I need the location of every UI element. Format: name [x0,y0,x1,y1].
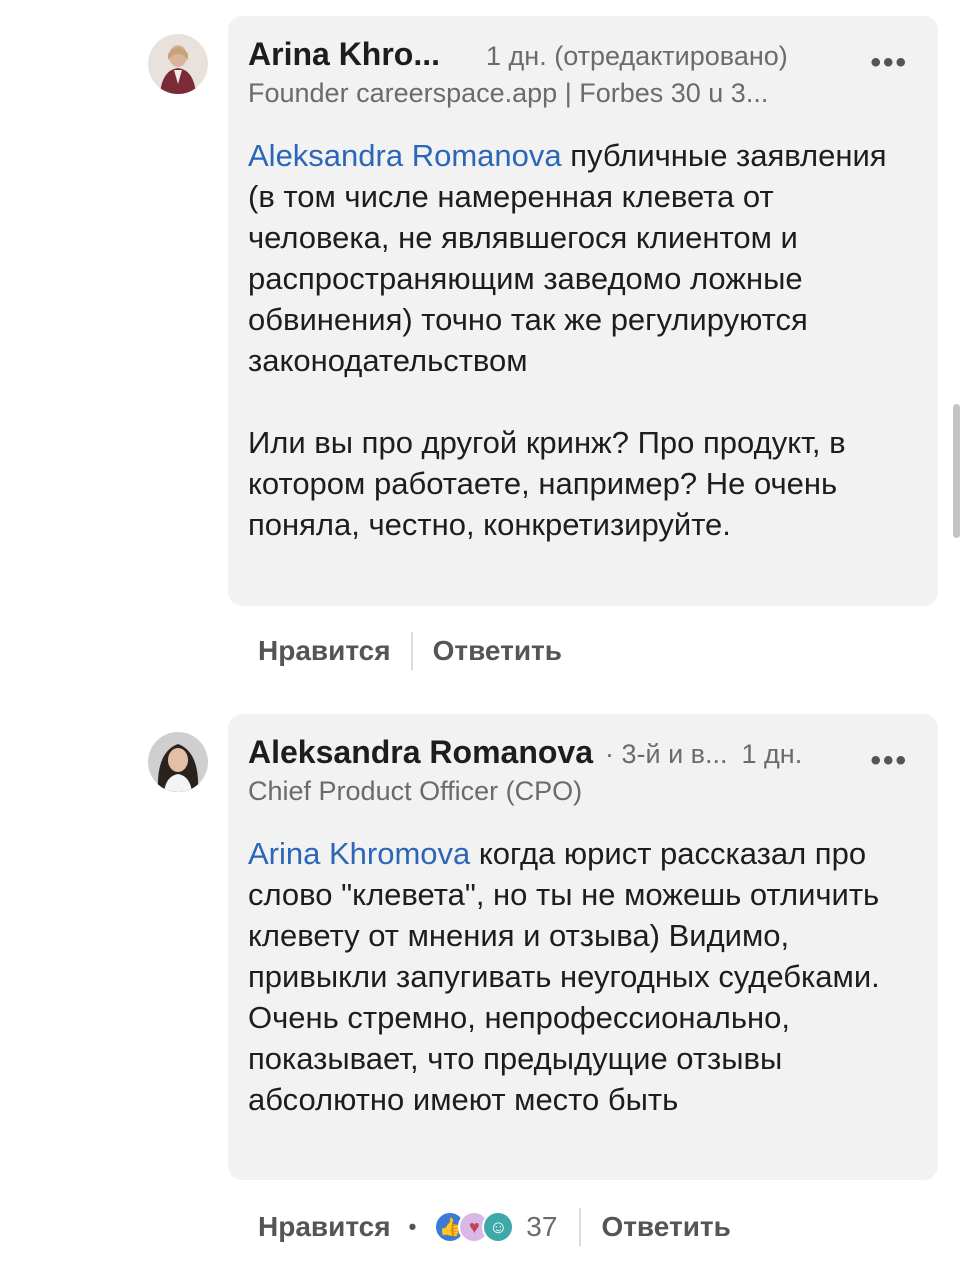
timestamp: 1 дн. (отредактировано) [486,41,788,71]
comment-text-body: когда юрист рассказал про слово "клевета… [248,836,880,1117]
more-horizontal-icon[interactable]: ••• [870,46,908,80]
like-button[interactable]: Нравится [258,635,391,667]
divider [410,632,413,670]
author-headline: Founder careerspace.app | Forbes 30 u 3.… [248,78,769,108]
comment-actions: Нравится Ответить [258,632,562,670]
comment-text-paragraph: Или вы про другой кринж? Про продукт, в … [248,425,846,542]
reply-button[interactable]: Ответить [601,1211,730,1243]
author-headline: Chief Product Officer (CPO) [248,776,583,806]
timestamp: 1 дн. [741,739,803,769]
comment-text: Arina Khromova когда юрист рассказал про… [248,833,918,1120]
reply-button[interactable]: Ответить [433,635,562,667]
like-button[interactable]: Нравится [258,1211,391,1243]
avatar[interactable] [148,732,208,792]
comment-header: Aleksandra Romanova · 3-й и в... 1 дн. [248,734,918,774]
comment-text: Aleksandra Romanova публичные заявления … [248,135,918,545]
mention-link[interactable]: Arina Khromova [248,836,470,871]
comment-header: Arina Khro... 1 дн. (отредактировано) [248,36,918,76]
scrollbar[interactable] [953,404,960,538]
author-name[interactable]: Arina Khro... [248,36,440,73]
more-horizontal-icon[interactable]: ••• [870,744,908,778]
comment-bubble: Arina Khro... 1 дн. (отредактировано) Fo… [228,16,938,606]
divider [579,1208,582,1246]
comment-text-body: публичные заявления (в том числе намерен… [248,138,887,378]
funny-icon: ☺ [482,1211,515,1243]
reactions-count[interactable]: 37 [526,1211,557,1243]
comment-actions: Нравится • 👍 ♥ ☺ 37 Ответить [258,1208,731,1246]
mention-link[interactable]: Aleksandra Romanova [248,138,562,173]
reactions-summary[interactable]: 👍 ♥ ☺ [434,1211,515,1243]
connection-degree: · 3-й и в... [605,739,728,769]
avatar[interactable] [148,34,208,94]
separator-dot: • [408,1214,417,1239]
author-name[interactable]: Aleksandra Romanova [248,734,593,771]
comment-bubble: Aleksandra Romanova · 3-й и в... 1 дн. C… [228,714,938,1180]
